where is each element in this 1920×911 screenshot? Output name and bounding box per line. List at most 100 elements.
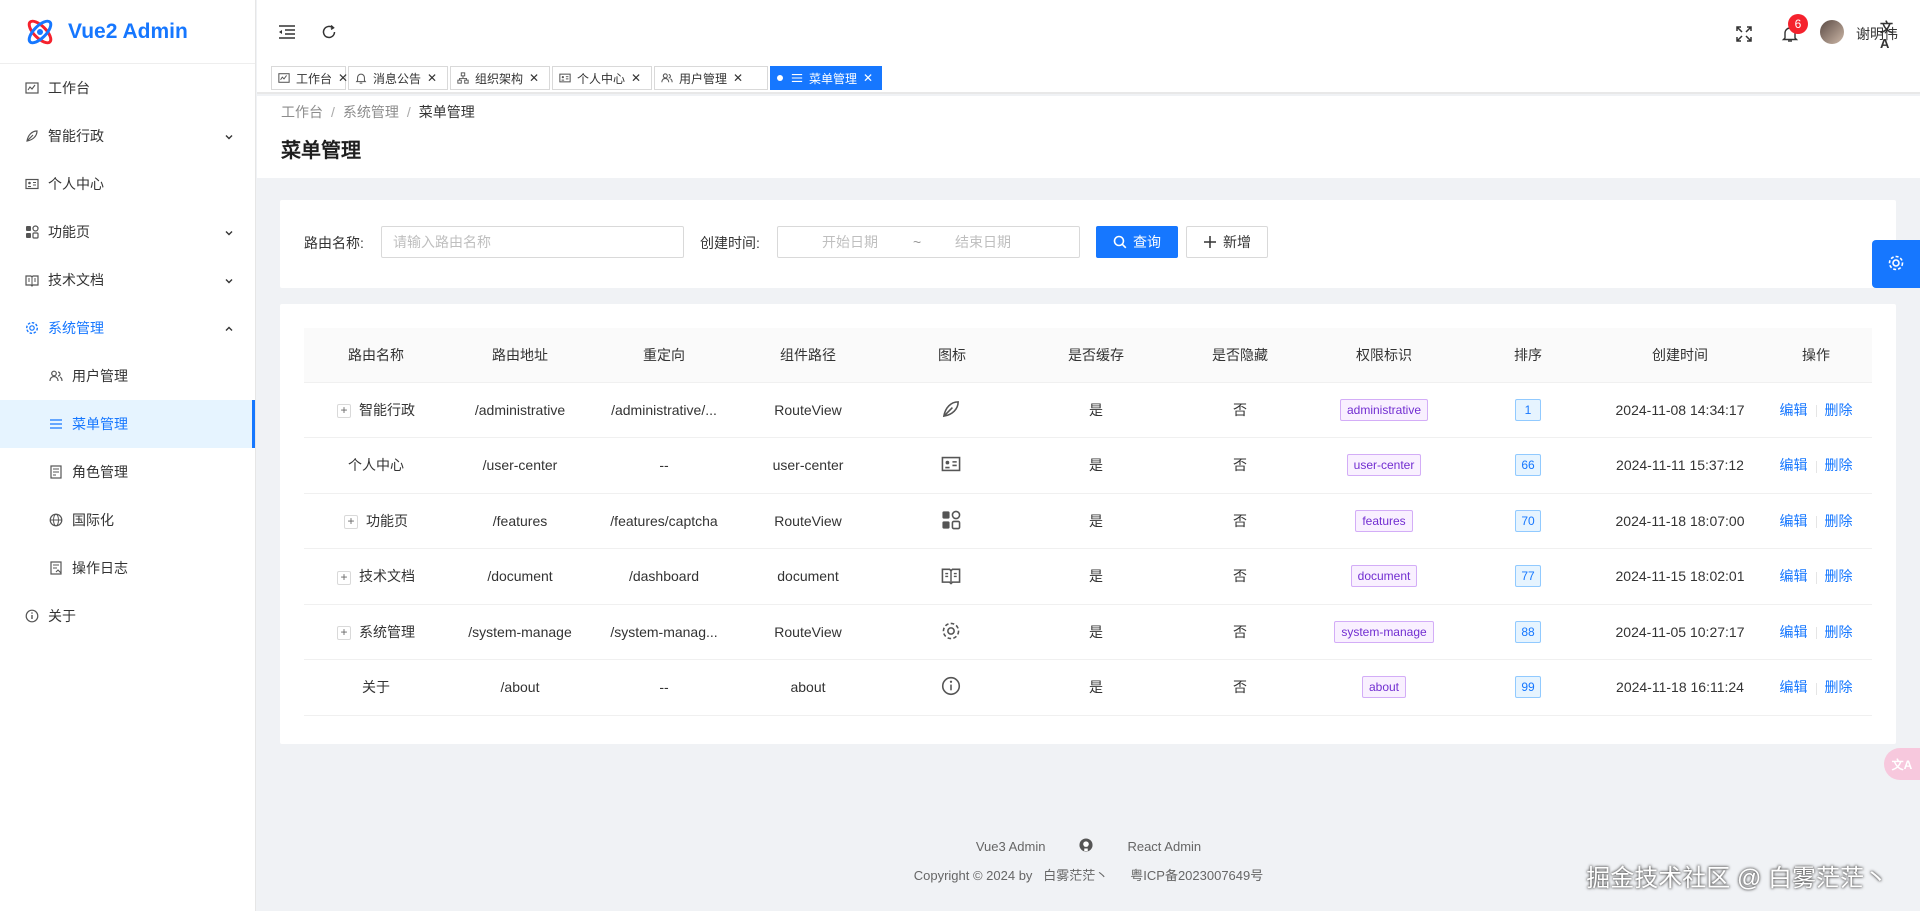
- page-title: 菜单管理: [281, 140, 361, 162]
- fullscreen-icon[interactable]: [1734, 24, 1754, 44]
- component-path: document: [736, 548, 880, 605]
- route-name-cell: + 系统管理: [304, 604, 448, 660]
- is-hidden: 否: [1168, 437, 1312, 494]
- sidebar-item[interactable]: 个人中心: [0, 160, 255, 208]
- expand-row-icon[interactable]: +: [337, 570, 351, 585]
- sidebar-item-label: 关于: [48, 608, 76, 624]
- close-icon[interactable]: ✕: [733, 71, 743, 85]
- component-path: user-center: [736, 437, 880, 494]
- edit-link[interactable]: 编辑: [1780, 402, 1808, 418]
- sidebar-item[interactable]: 用户管理: [0, 352, 255, 400]
- gear-icon: [941, 621, 963, 643]
- log-icon: [48, 560, 64, 576]
- notification-badge: 6: [1788, 14, 1808, 34]
- sidebar-item[interactable]: 工作台: [0, 64, 255, 112]
- footer-link-vue3[interactable]: Vue3 Admin: [976, 839, 1046, 854]
- sort-cell: 99: [1456, 659, 1600, 716]
- sidebar-item[interactable]: 功能页: [0, 208, 255, 256]
- sort-tag: 88: [1515, 620, 1541, 643]
- edit-link[interactable]: 编辑: [1780, 457, 1808, 473]
- close-icon[interactable]: ✕: [631, 71, 641, 85]
- keep-alive: 是: [1024, 659, 1168, 716]
- close-icon[interactable]: ✕: [338, 71, 348, 85]
- page-header: 工作台 / 系统管理 / 菜单管理 菜单管理: [257, 96, 1920, 178]
- expand-row-icon[interactable]: +: [344, 515, 358, 530]
- close-icon[interactable]: ✕: [863, 71, 873, 85]
- edit-link[interactable]: 编辑: [1780, 679, 1808, 695]
- add-label: 新增: [1223, 234, 1251, 250]
- close-icon[interactable]: ✕: [427, 71, 437, 85]
- tab-item[interactable]: 个人中心 ✕: [552, 66, 652, 90]
- sidebar-item[interactable]: 关于: [0, 592, 255, 640]
- plus-icon: [1203, 235, 1217, 249]
- end-date-input[interactable]: 结束日期: [955, 232, 1011, 252]
- icp-link[interactable]: 粤ICP备2023007649号: [1130, 865, 1263, 884]
- author-link[interactable]: 白雾茫茫丶: [1043, 868, 1108, 883]
- tab-item[interactable]: 工作台 ✕: [271, 66, 348, 90]
- tab-label: 个人中心: [577, 71, 626, 86]
- table-row: + 系统管理/system-manage/system-manag... Route…: [304, 604, 1872, 660]
- permission-cell: features: [1312, 493, 1456, 549]
- sidebar-item[interactable]: 角色管理: [0, 448, 255, 496]
- tab-item[interactable]: 组织架构 ✕: [450, 66, 550, 90]
- sidebar-item[interactable]: 操作日志: [0, 544, 255, 592]
- edit-link[interactable]: 编辑: [1780, 624, 1808, 640]
- logo[interactable]: Vue2 Admin: [0, 0, 255, 64]
- translate-float-button[interactable]: 文A: [1884, 748, 1920, 780]
- settings-drawer-button[interactable]: [1872, 240, 1920, 288]
- delete-link[interactable]: 删除: [1825, 457, 1853, 473]
- close-icon[interactable]: ✕: [529, 71, 539, 85]
- route-path: /about: [448, 659, 592, 716]
- column-header: 图标: [880, 328, 1024, 383]
- delete-link[interactable]: 删除: [1825, 568, 1853, 584]
- sidebar-item[interactable]: 系统管理: [0, 304, 255, 352]
- sidebar-item[interactable]: 菜单管理: [0, 400, 255, 448]
- redirect: /dashboard: [592, 548, 736, 605]
- route-name: 功能页: [366, 512, 408, 529]
- start-date-input[interactable]: 开始日期: [822, 232, 878, 252]
- expand-row-icon[interactable]: +: [337, 404, 351, 419]
- tab-item[interactable]: 消息公告 ✕: [348, 66, 448, 90]
- route-name-label: 路由名称:: [304, 235, 364, 251]
- is-hidden: 否: [1168, 604, 1312, 660]
- query-button[interactable]: 查询: [1096, 226, 1178, 258]
- top-header: 6 谢明伟: [257, 0, 1920, 64]
- edit-link[interactable]: 编辑: [1780, 513, 1808, 529]
- sidebar-item-label: 个人中心: [48, 176, 104, 192]
- column-header: 重定向: [592, 328, 736, 383]
- sort-cell: 1: [1456, 382, 1600, 438]
- actions-cell: 编辑 删除: [1760, 548, 1872, 605]
- sidebar-item-label: 智能行政: [48, 128, 104, 144]
- menu-fold-icon[interactable]: [277, 22, 297, 42]
- is-hidden: 否: [1168, 493, 1312, 549]
- expand-row-icon[interactable]: +: [337, 626, 351, 641]
- delete-link[interactable]: 删除: [1825, 679, 1853, 695]
- breadcrumb-item[interactable]: 系统管理: [343, 104, 399, 120]
- date-range-picker[interactable]: 开始日期 ~ 结束日期: [777, 226, 1080, 258]
- route-name-input[interactable]: 请输入路由名称: [381, 226, 684, 258]
- route-name-cell: 个人中心: [304, 437, 448, 494]
- refresh-icon[interactable]: [319, 22, 339, 42]
- avatar[interactable]: [1820, 20, 1844, 44]
- breadcrumb-item[interactable]: 工作台: [281, 104, 323, 120]
- delete-link[interactable]: 删除: [1825, 624, 1853, 640]
- delete-link[interactable]: 删除: [1825, 513, 1853, 529]
- keep-alive: 是: [1024, 548, 1168, 605]
- language-icon[interactable]: 文A: [1880, 20, 1900, 51]
- route-path: /features: [448, 493, 592, 549]
- sidebar-item[interactable]: 技术文档: [0, 256, 255, 304]
- sidebar-item[interactable]: 智能行政: [0, 112, 255, 160]
- tab-item[interactable]: 菜单管理 ✕: [770, 66, 882, 90]
- sidebar-item-label: 国际化: [72, 512, 114, 528]
- sidebar-item[interactable]: 国际化: [0, 496, 255, 544]
- delete-link[interactable]: 删除: [1825, 402, 1853, 418]
- github-icon[interactable]: [1079, 837, 1094, 855]
- tab-item[interactable]: 用户管理 ✕: [654, 66, 768, 90]
- permission-cell: about: [1312, 659, 1456, 716]
- footer-link-react[interactable]: React Admin: [1127, 839, 1201, 854]
- tab-label: 用户管理: [679, 71, 728, 86]
- edit-link[interactable]: 编辑: [1780, 568, 1808, 584]
- route-name-cell: + 功能页: [304, 493, 448, 549]
- permission-tag: user-center: [1346, 454, 1422, 477]
- add-button[interactable]: 新增: [1186, 226, 1268, 258]
